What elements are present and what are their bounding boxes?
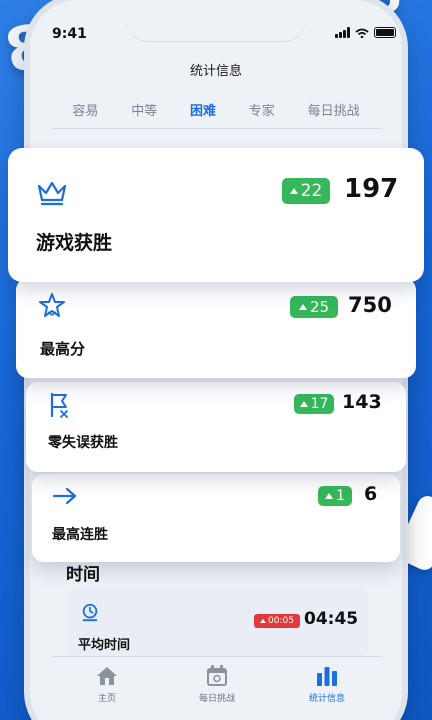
stat-value: 197: [344, 174, 399, 204]
stat-label: 游戏获胜: [36, 232, 113, 254]
stat-value: 143: [342, 391, 382, 413]
stat-label: 最高连胜: [52, 527, 108, 543]
nav-label: 主页: [97, 694, 116, 704]
up-triangle-icon: [298, 304, 307, 310]
status-icons: [335, 27, 396, 38]
wifi-icon: [355, 28, 369, 38]
tab-divider: [52, 128, 382, 129]
bar-chart-icon: [317, 667, 337, 686]
delta-value: 22: [300, 181, 323, 201]
delta-badge: 00:05: [254, 614, 300, 628]
delta-value: 00:05: [268, 616, 294, 626]
stat-label: 平均时间: [78, 638, 131, 653]
stat-card-best-streak: 最高连胜 1 6: [32, 474, 400, 562]
tab-medium[interactable]: 中等: [131, 100, 157, 129]
page-title: 统计信息: [189, 64, 242, 79]
tab-easy[interactable]: 容易: [72, 100, 98, 129]
delta-value: 25: [309, 298, 330, 316]
star-icon: [39, 293, 65, 317]
stat-card-flawless-wins: 零失误获胜 17 143: [26, 382, 406, 472]
tab-hard[interactable]: 困难: [190, 100, 216, 129]
flag-icon: [50, 392, 68, 418]
calendar-icon: [207, 665, 227, 686]
status-time: 9:41: [52, 26, 87, 42]
delta-badge: 22: [282, 178, 330, 204]
nav-label: 每日挑战: [198, 694, 235, 704]
phone-notch: [126, 0, 306, 42]
home-icon: [97, 667, 117, 685]
stat-card-best-score: 最高分 25 750: [16, 278, 416, 378]
difficulty-tabs: 容易 中等 困难 专家 每日挑战: [30, 100, 402, 129]
delta-badge: 1: [318, 486, 352, 506]
stat-value: 04:45: [304, 609, 359, 629]
up-triangle-icon: [299, 401, 308, 407]
delta-value: 1: [336, 488, 345, 504]
stat-label: 最高分: [40, 340, 86, 358]
stat-label: 零失误获胜: [48, 435, 118, 451]
arrow-right-icon: [52, 487, 77, 505]
nav-statistics[interactable]: 统计信息: [272, 657, 382, 720]
delta-value: 17: [310, 396, 329, 412]
crown-icon: [37, 181, 67, 206]
delta-badge: 17: [294, 394, 334, 414]
section-title-time: 时间: [66, 565, 100, 585]
delta-badge: 25: [290, 296, 338, 318]
tab-daily-challenge[interactable]: 每日挑战: [308, 100, 360, 129]
signal-icon: [335, 27, 350, 38]
nav-daily-challenge[interactable]: 每日挑战: [162, 657, 272, 720]
nav-label: 统计信息: [308, 694, 345, 704]
bottom-nav: 主页 每日挑战 统计信息: [52, 656, 382, 720]
stat-value: 750: [348, 293, 392, 317]
up-triangle-icon: [260, 619, 267, 623]
nav-home[interactable]: 主页: [52, 657, 162, 720]
timer-icon: [82, 603, 98, 622]
battery-icon: [374, 27, 396, 38]
up-triangle-icon: [289, 188, 298, 194]
up-triangle-icon: [325, 493, 334, 499]
tab-expert[interactable]: 专家: [249, 100, 275, 129]
stat-card-games-won: 游戏获胜 22 197: [8, 148, 424, 282]
stat-card-average-time: 平均时间 00:05 04:45: [66, 588, 368, 658]
stat-value: 6: [364, 483, 378, 505]
